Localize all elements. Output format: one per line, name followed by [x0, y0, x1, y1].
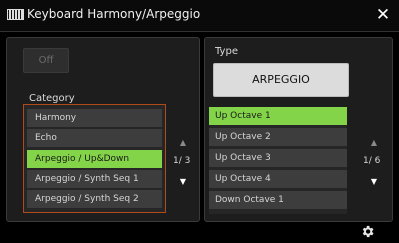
type-list: Up Octave 1 Up Octave 2 Up Octave 3 Up O… — [209, 107, 347, 214]
type-item-up-octave-3[interactable]: Up Octave 3 — [209, 149, 347, 167]
type-scroll-up-button[interactable]: ▲ — [369, 138, 379, 148]
category-scroll-up-button[interactable]: ▲ — [178, 138, 188, 148]
type-scroll-down-button[interactable]: ▼ — [369, 177, 379, 187]
category-page-indicator: 1/ 3 — [173, 156, 191, 166]
type-item-up-octave-2[interactable]: Up Octave 2 — [209, 128, 347, 146]
gear-icon[interactable] — [360, 224, 375, 239]
off-button[interactable]: Off — [23, 48, 69, 73]
window-title: Keyboard Harmony/Arpeggio — [27, 7, 201, 21]
type-label: Type — [215, 46, 238, 57]
keyboard-icon — [7, 9, 24, 20]
type-panel: Type ARPEGGIO Up Octave 1 Up Octave 2 Up… — [204, 37, 393, 222]
category-item-synth-seq-1[interactable]: Arpeggio / Synth Seq 1 — [27, 170, 162, 188]
category-item-echo[interactable]: Echo — [27, 129, 162, 147]
type-value-display[interactable]: ARPEGGIO — [213, 63, 349, 97]
category-label: Category — [29, 93, 75, 104]
category-scroll-down-button[interactable]: ▼ — [178, 177, 188, 187]
category-item-harmony[interactable]: Harmony — [27, 109, 162, 127]
close-button[interactable]: ✕ — [373, 5, 393, 25]
title-bar: Keyboard Harmony/Arpeggio ✕ — [0, 0, 399, 32]
type-item-down-octave-1[interactable]: Down Octave 1 — [209, 191, 347, 209]
type-page-indicator: 1/ 6 — [363, 156, 381, 166]
type-item-up-octave-4[interactable]: Up Octave 4 — [209, 170, 347, 188]
category-item-synth-seq-2[interactable]: Arpeggio / Synth Seq 2 — [27, 190, 162, 208]
category-list: Harmony Echo Arpeggio / Up&Down Arpeggio… — [23, 104, 166, 213]
category-panel: Off Category Harmony Echo Arpeggio / Up&… — [6, 37, 200, 222]
type-item-up-octave-1[interactable]: Up Octave 1 — [209, 107, 347, 125]
category-item-arpeggio-updown[interactable]: Arpeggio / Up&Down — [27, 150, 162, 168]
